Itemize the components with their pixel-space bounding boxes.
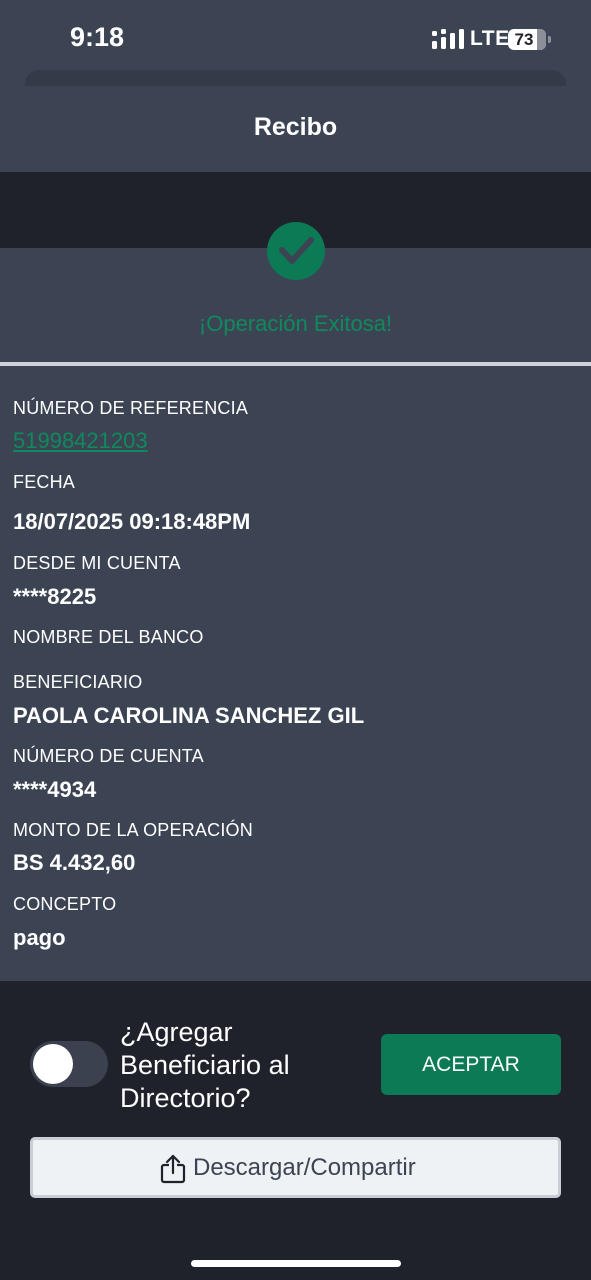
amount-label: MONTO DE LA OPERACIÓN — [13, 820, 253, 840]
date-label: FECHA — [13, 472, 76, 492]
from-account-value: ****8225 — [13, 584, 97, 609]
bank-name-label: NOMBRE DEL BANCO — [13, 627, 204, 647]
account-number-label: NÚMERO DE CUENTA — [13, 746, 204, 766]
toggle-knob — [33, 1044, 73, 1084]
amount-value: BS 4.432,60 — [13, 850, 136, 875]
reference-label: NÚMERO DE REFERENCIA — [13, 398, 249, 418]
cellular-signal-icon — [432, 29, 464, 49]
battery-icon: 73 — [508, 29, 551, 50]
add-beneficiary-label: ¿Agregar Beneficiario al Directorio? — [120, 1017, 290, 1113]
add-beneficiary-toggle[interactable] — [30, 1041, 108, 1087]
download-share-button[interactable]: Descargar/Compartir — [30, 1137, 561, 1198]
accept-button[interactable]: ACEPTAR — [381, 1034, 561, 1095]
receipt-details: NÚMERO DE REFERENCIA 51998421203 FECHA 1… — [0, 366, 591, 981]
home-indicator[interactable] — [191, 1260, 401, 1267]
battery-level: 73 — [514, 30, 534, 49]
account-number-value: ****4934 — [13, 777, 97, 802]
checkmark-circle-icon — [267, 222, 325, 280]
success-message: ¡Operación Exitosa! — [198, 311, 393, 336]
top-header: 9:18 LTE 73 Recibo — [0, 0, 591, 172]
receipt-screen: 9:18 LTE 73 Recibo ¡Operación Exitosa! N… — [0, 0, 591, 1280]
concept-label: CONCEPTO — [13, 894, 117, 914]
reference-number-link[interactable]: 51998421203 — [13, 428, 148, 454]
share-icon — [160, 1154, 186, 1184]
concept-value: pago — [13, 925, 66, 950]
download-share-label: Descargar/Compartir — [193, 1154, 416, 1181]
date-value: 18/07/2025 09:18:48PM — [13, 509, 251, 534]
page-title: Recibo — [253, 113, 338, 141]
status-bar: 9:18 LTE 73 — [0, 0, 591, 72]
beneficiary-label: BENEFICIARIO — [13, 672, 143, 692]
status-time: 9:18 — [70, 22, 125, 52]
from-account-label: DESDE MI CUENTA — [13, 553, 181, 573]
beneficiary-value: PAOLA CAROLINA SANCHEZ GIL — [13, 703, 365, 728]
sheet-top-edge — [25, 70, 566, 86]
success-panel: ¡Operación Exitosa! — [0, 222, 591, 362]
network-label: LTE — [470, 27, 510, 50]
